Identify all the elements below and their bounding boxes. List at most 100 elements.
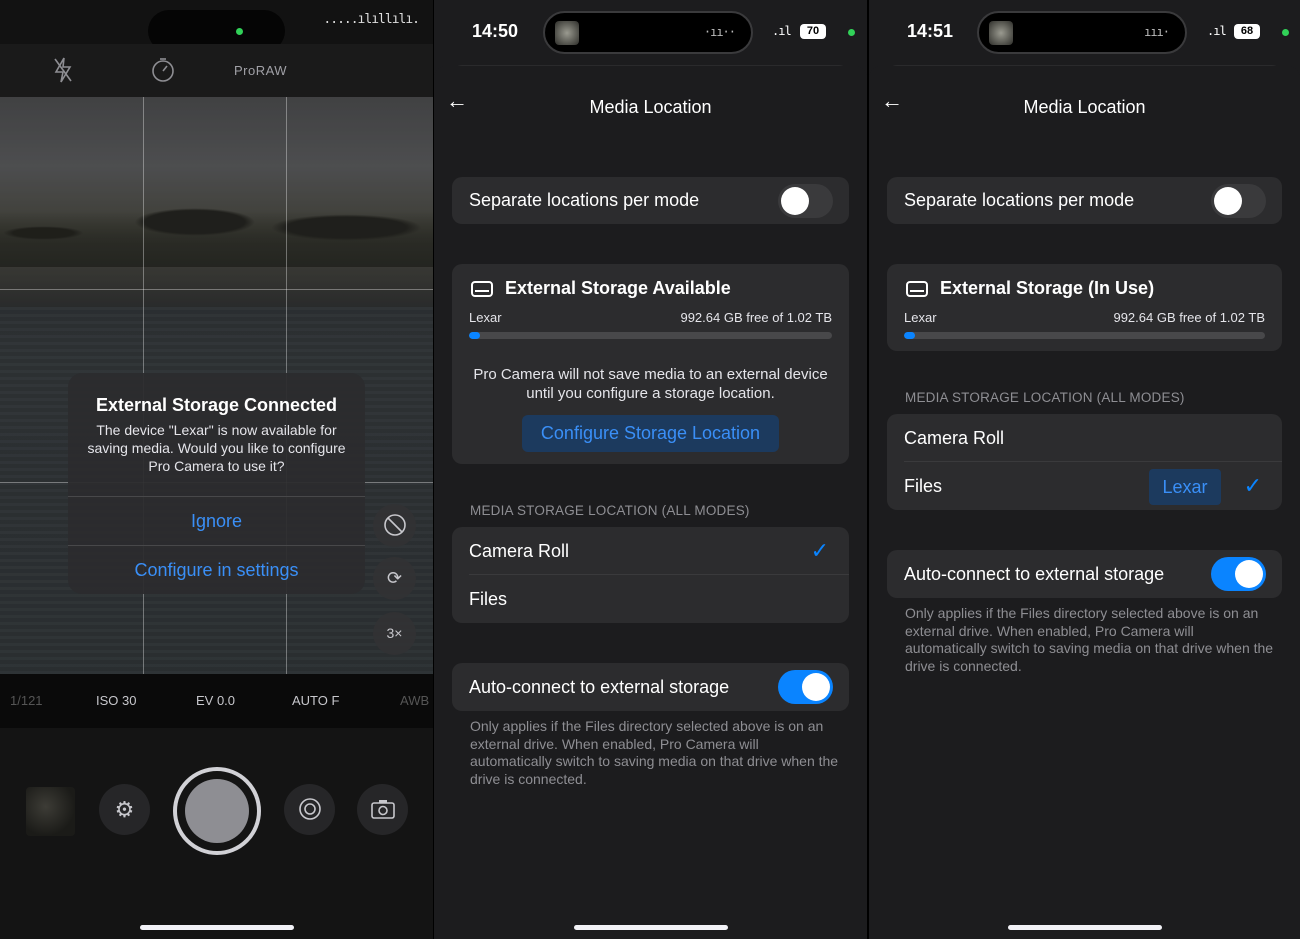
storage-title: External Storage Available — [505, 278, 731, 298]
auto-connect-footnote: Only applies if the Files directory sele… — [470, 718, 839, 787]
configure-storage-button[interactable]: Configure Storage Location — [522, 415, 779, 452]
status-bar: .....ılıllılı. — [0, 0, 433, 52]
storage-title: External Storage (In Use) — [940, 278, 1155, 298]
toggle-knob — [1214, 187, 1242, 215]
storage-location-list: Camera Roll ✓ Files — [452, 527, 849, 623]
external-storage-alert: External Storage Connected The device "L… — [68, 373, 365, 594]
audio-level-icon: .....ılıllılı. — [323, 12, 420, 27]
auto-connect-toggle[interactable] — [778, 670, 833, 704]
location-files[interactable]: Files — [452, 575, 849, 623]
camera-indicator-dot — [1282, 29, 1289, 36]
ev-value[interactable]: EV 0.0 — [196, 693, 235, 708]
auto-connect-row: Auto-connect to external storage — [452, 663, 849, 711]
toggle-knob — [781, 187, 809, 215]
separate-locations-label: Separate locations per mode — [904, 190, 1135, 210]
white-balance-value[interactable]: AWB — [400, 693, 429, 708]
iso-value[interactable]: ISO 30 — [96, 693, 136, 708]
dynamic-island[interactable]: ·ıı·· — [543, 11, 753, 54]
toggle-knob — [1235, 560, 1263, 588]
drive-name: Lexar — [469, 310, 502, 325]
grid-line — [0, 289, 433, 290]
last-photo-thumbnail[interactable] — [26, 787, 75, 836]
status-time: 14:50 — [472, 21, 519, 41]
separate-locations-row: Separate locations per mode — [452, 177, 849, 224]
storage-location-list: Camera Roll Files Lexar ✓ — [887, 414, 1282, 510]
home-indicator[interactable] — [140, 925, 294, 930]
location-camera-roll[interactable]: Camera Roll ✓ — [452, 527, 849, 575]
media-location-screen-before: 14:50 ·ıı·· .ıl 70 ← Media Location Sepa… — [433, 0, 867, 939]
shutter-speed-value[interactable]: 1/121 — [10, 693, 43, 708]
location-camera-roll[interactable]: Camera Roll — [887, 414, 1282, 462]
audio-wave-icon: ·ıı·· — [703, 25, 736, 39]
ignore-button[interactable]: Ignore — [68, 497, 365, 545]
storage-usage-bar — [904, 332, 1265, 339]
shutter-button[interactable] — [173, 767, 261, 855]
separate-locations-toggle[interactable] — [1211, 184, 1266, 218]
signal-icon: .ıl — [1207, 24, 1227, 38]
storage-usage-bar — [469, 332, 832, 339]
location-label: Files — [904, 476, 943, 496]
zoom-button[interactable]: 3× — [373, 612, 416, 655]
camera-screen: .....ılıllılı. ProRAW External Storage C… — [0, 0, 433, 939]
storage-note: Pro Camera will not save media to an ext… — [473, 366, 828, 402]
flip-camera-icon[interactable]: ⟳ — [373, 557, 416, 600]
separate-locations-row: Separate locations per mode — [887, 177, 1282, 224]
auto-connect-toggle[interactable] — [1211, 557, 1266, 591]
camera-controls: ⚙ — [0, 728, 433, 939]
drive-icon — [471, 281, 493, 297]
camera-toolbar: ProRAW — [0, 44, 433, 97]
alert-message: The device "Lexar" is now available for … — [87, 422, 346, 474]
storage-usage-fill — [904, 332, 915, 339]
shutter-inner — [185, 779, 249, 843]
location-label: Camera Roll — [904, 428, 1005, 448]
flash-off-icon[interactable] — [52, 56, 74, 89]
separate-locations-label: Separate locations per mode — [469, 190, 700, 210]
focus-value[interactable]: AUTO F — [292, 693, 339, 708]
audio-wave-icon: ııı· — [1144, 25, 1170, 39]
configure-in-settings-button[interactable]: Configure in settings — [68, 546, 365, 594]
exposure-settings-bar: 1/121 ISO 30 EV 0.0 AUTO F AWB — [0, 674, 433, 728]
proraw-toggle[interactable]: ProRAW — [234, 63, 287, 78]
settings-sheet: ← Media Location Separate locations per … — [869, 66, 1300, 939]
camera-mode-icon[interactable] — [357, 784, 408, 835]
lens-filter-icon[interactable] — [284, 784, 335, 835]
signal-icon: .ıl — [772, 24, 792, 38]
storage-usage-fill — [469, 332, 480, 339]
location-label: Camera Roll — [469, 541, 570, 561]
no-filter-icon[interactable] — [373, 504, 416, 547]
gear-icon[interactable]: ⚙ — [99, 784, 150, 835]
auto-connect-label: Auto-connect to external storage — [469, 677, 730, 697]
selected-drive-chip[interactable]: Lexar — [1149, 469, 1221, 505]
drive-free-space: 992.64 GB free of 1.02 TB — [680, 310, 832, 325]
page-title: Media Location — [1023, 97, 1146, 117]
drive-icon — [906, 281, 928, 297]
toggle-knob — [802, 673, 830, 701]
page-title: Media Location — [589, 97, 712, 117]
auto-connect-footnote: Only applies if the Files directory sele… — [905, 605, 1274, 674]
media-location-screen-after: 14:51 ııı· .ıl 68 ← Media Location Separ… — [867, 0, 1300, 939]
battery-icon: 70 — [800, 24, 826, 39]
auto-connect-label: Auto-connect to external storage — [904, 564, 1165, 584]
alert-title: External Storage Connected — [95, 395, 338, 415]
status-time: 14:51 — [907, 21, 954, 41]
settings-sheet: ← Media Location Separate locations per … — [434, 66, 867, 939]
dynamic-island[interactable]: ııı· — [977, 11, 1187, 54]
camera-active-dot — [236, 28, 243, 35]
external-storage-card: External Storage Available Lexar 992.64 … — [452, 264, 849, 464]
timer-icon[interactable] — [150, 56, 176, 89]
checkmark-icon: ✓ — [1243, 473, 1262, 498]
now-playing-artwork — [555, 21, 579, 45]
home-indicator[interactable] — [1008, 925, 1162, 930]
drive-name: Lexar — [904, 310, 937, 325]
battery-icon: 68 — [1234, 24, 1260, 39]
drive-free-space: 992.64 GB free of 1.02 TB — [1113, 310, 1265, 325]
auto-connect-row: Auto-connect to external storage — [887, 550, 1282, 598]
checkmark-icon: ✓ — [810, 538, 829, 563]
separate-locations-toggle[interactable] — [778, 184, 833, 218]
camera-indicator-dot — [848, 29, 855, 36]
now-playing-artwork — [989, 21, 1013, 45]
external-storage-card: External Storage (In Use) Lexar 992.64 G… — [887, 264, 1282, 351]
section-header: MEDIA STORAGE LOCATION (ALL MODES) — [905, 390, 1185, 405]
location-files[interactable]: Files Lexar ✓ — [887, 462, 1282, 510]
home-indicator[interactable] — [574, 925, 728, 930]
